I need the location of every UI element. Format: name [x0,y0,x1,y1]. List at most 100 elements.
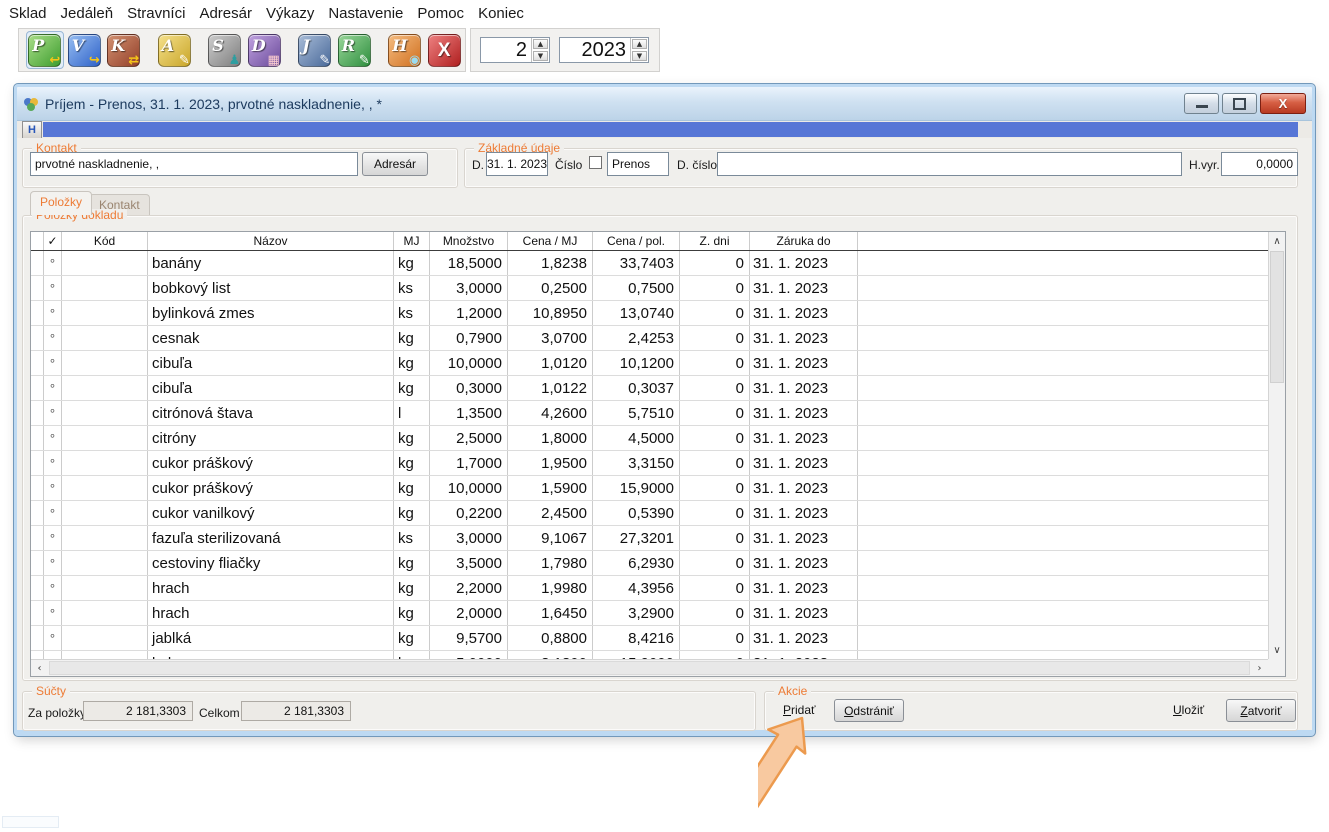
typ-input[interactable]: Prenos [607,152,669,176]
table-row[interactable]: ° citróny kg 2,5000 1,8000 4,5000 0 31. … [31,426,1268,451]
row-selector[interactable] [31,276,44,300]
row-selector[interactable] [31,426,44,450]
table-row[interactable]: ° cestoviny fliačky kg 3,5000 1,7980 6,2… [31,551,1268,576]
row-check-cell[interactable]: ° [44,451,62,475]
col-header-cena-mj[interactable]: Cena / MJ [508,232,593,250]
table-row[interactable]: ° kakao kg 5,0000 3,1800 15,9000 0 31. 1… [31,651,1268,659]
toolbar-button-r[interactable]: R ✎ [336,31,374,69]
toolbar-button-h[interactable]: H ◉ [386,31,424,69]
toolbar-button-a[interactable]: A ✎ [156,31,194,69]
row-check-cell[interactable]: ° [44,476,62,500]
menu-item[interactable]: Sklad [2,2,54,25]
close-button[interactable]: X [1260,93,1306,114]
row-selector[interactable] [31,251,44,275]
year-down-icon[interactable]: ▼ [632,51,647,61]
menu-item[interactable]: Nastavenie [321,2,410,25]
table-row[interactable]: ° citrónová štava l 1,3500 4,2600 5,7510… [31,401,1268,426]
month-value[interactable]: 2 [481,38,531,62]
col-header-nazov[interactable]: Názov [148,232,394,250]
horizontal-scroll-thumb[interactable] [49,661,1250,675]
kontakt-input[interactable]: prvotné naskladnenie, , [30,152,358,176]
row-check-cell[interactable]: ° [44,426,62,450]
maximize-button[interactable] [1222,93,1257,114]
row-check-cell[interactable]: ° [44,376,62,400]
cislo-checkbox[interactable] [589,156,602,169]
col-header-cena-pol[interactable]: Cena / pol. [593,232,680,250]
menu-item[interactable]: Stravníci [120,2,192,25]
year-up-icon[interactable]: ▲ [632,39,647,49]
row-check-cell[interactable]: ° [44,401,62,425]
table-row[interactable]: ° cibuľa kg 10,0000 1,0120 10,1200 0 31.… [31,351,1268,376]
row-check-cell[interactable]: ° [44,576,62,600]
horizontal-scrollbar[interactable]: ‹ › [31,659,1268,676]
row-selector[interactable] [31,651,44,659]
row-check-cell[interactable]: ° [44,651,62,659]
table-row[interactable]: ° bylinková zmes ks 1,2000 10,8950 13,07… [31,301,1268,326]
toolbar-button-s[interactable]: S ♟ [206,31,244,69]
tab-polozky[interactable]: Položky [30,191,92,215]
row-check-cell[interactable]: ° [44,501,62,525]
row-check-cell[interactable]: ° [44,276,62,300]
toolbar-button-p[interactable]: P ↩ [26,31,64,69]
toolbar-button-d[interactable]: D ▦ [246,31,284,69]
col-header-mnozstvo[interactable]: Množstvo [430,232,508,250]
table-row[interactable]: ° cukor vanilkový kg 0,2200 2,4500 0,539… [31,501,1268,526]
col-header-mj[interactable]: MJ [394,232,430,250]
row-check-cell[interactable]: ° [44,626,62,650]
h-tab[interactable]: H [22,121,42,138]
col-header-marker[interactable] [31,232,44,250]
row-selector[interactable] [31,301,44,325]
row-selector[interactable] [31,576,44,600]
menu-item[interactable]: Adresár [192,2,259,25]
col-header-zaruka-do[interactable]: Záruka do [750,232,858,250]
table-row[interactable]: ° hrach kg 2,2000 1,9980 4,3956 0 31. 1.… [31,576,1268,601]
scroll-left-icon[interactable]: ‹ [31,660,48,676]
vertical-scroll-thumb[interactable] [1270,251,1284,383]
table-row[interactable]: ° bobkový list ks 3,0000 0,2500 0,7500 0… [31,276,1268,301]
menu-item[interactable]: Jedáleň [54,2,121,25]
scroll-down-icon[interactable]: ∨ [1269,641,1285,659]
year-value[interactable]: 2023 [560,38,630,62]
row-selector[interactable] [31,601,44,625]
row-selector[interactable] [31,451,44,475]
scroll-up-icon[interactable]: ∧ [1269,232,1285,250]
row-selector[interactable] [31,476,44,500]
zatvorit-button[interactable]: Zatvoriť [1226,699,1296,722]
table-row[interactable]: ° cesnak kg 0,7900 3,0700 2,4253 0 31. 1… [31,326,1268,351]
date-input[interactable]: 31. 1. 2023 [486,152,548,176]
toolbar-button-j[interactable]: J ✎ [296,31,334,69]
row-selector[interactable] [31,626,44,650]
row-check-cell[interactable]: ° [44,351,62,375]
scroll-right-icon[interactable]: › [1251,660,1268,676]
row-selector[interactable] [31,326,44,350]
toolbar-button-x[interactable]: X [426,31,464,69]
table-row[interactable]: ° cukor práškový kg 10,0000 1,5900 15,90… [31,476,1268,501]
adresar-button[interactable]: Adresár [362,152,428,176]
hvyr-input[interactable]: 0,0000 [1221,152,1298,176]
row-check-cell[interactable]: ° [44,526,62,550]
row-check-cell[interactable]: ° [44,601,62,625]
row-selector[interactable] [31,401,44,425]
row-check-cell[interactable]: ° [44,326,62,350]
dcislo-input[interactable] [717,152,1182,176]
menu-item[interactable]: Pomoc [410,2,471,25]
col-header-check[interactable]: ✓ [44,232,62,250]
month-up-icon[interactable]: ▲ [533,39,548,49]
row-check-cell[interactable]: ° [44,551,62,575]
minimize-button[interactable] [1184,93,1219,114]
menu-item[interactable]: Výkazy [259,2,321,25]
row-check-cell[interactable]: ° [44,251,62,275]
row-selector[interactable] [31,376,44,400]
row-selector[interactable] [31,501,44,525]
month-down-icon[interactable]: ▼ [533,51,548,61]
row-check-cell[interactable]: ° [44,301,62,325]
table-row[interactable]: ° cukor práškový kg 1,7000 1,9500 3,3150… [31,451,1268,476]
table-row[interactable]: ° cibuľa kg 0,3000 1,0122 0,3037 0 31. 1… [31,376,1268,401]
col-header-z-dni[interactable]: Z. dni [680,232,750,250]
toolbar-button-v[interactable]: V ↪ [66,31,104,69]
menu-item[interactable]: Koniec [471,2,531,25]
row-selector[interactable] [31,351,44,375]
table-row[interactable]: ° fazuľa sterilizovaná ks 3,0000 9,1067 … [31,526,1268,551]
row-selector[interactable] [31,526,44,550]
table-row[interactable]: ° jablká kg 9,5700 0,8800 8,4216 0 31. 1… [31,626,1268,651]
